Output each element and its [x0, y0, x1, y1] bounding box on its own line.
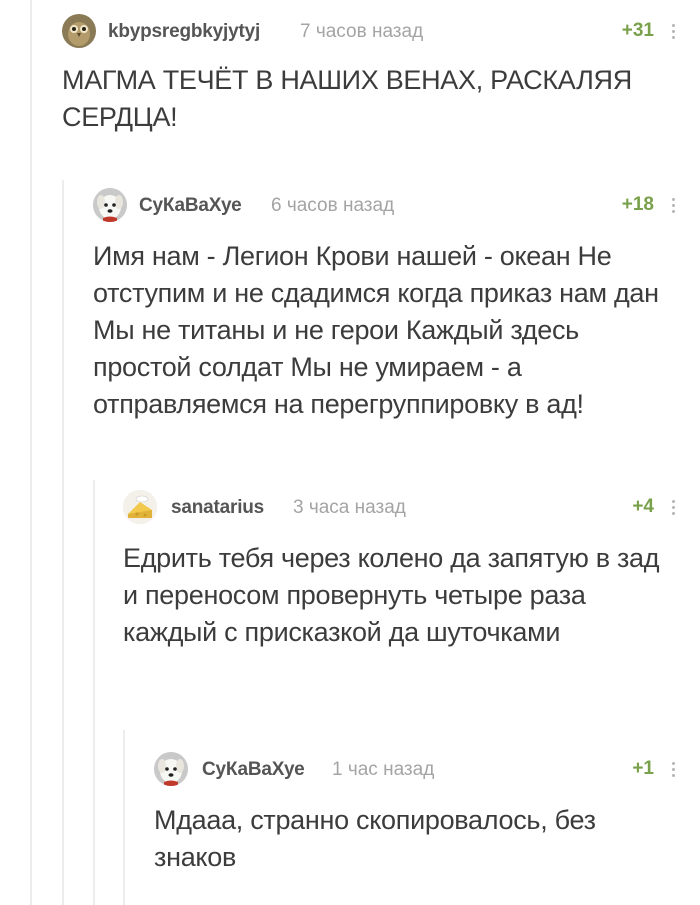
username[interactable]: kbypsregbkyjytyj [108, 21, 260, 43]
more-options-icon[interactable] [668, 759, 678, 781]
comment-3: sanatarius 3 часа назад +4 Едрить тебя ч… [123, 490, 682, 700]
rating: +1 [632, 758, 654, 779]
comment-2: СуКаВаХуе 6 часов назад +18 Имя нам - Ле… [93, 188, 682, 438]
thread-line-level-3[interactable] [93, 480, 95, 905]
rating: +18 [621, 194, 654, 215]
rating: +31 [621, 20, 654, 41]
comment-text: Имя нам - Легион Крови нашей - океан Не … [93, 241, 659, 419]
more-options-icon[interactable] [668, 497, 678, 519]
username[interactable]: sanatarius [171, 497, 264, 519]
dog-avatar[interactable] [154, 752, 188, 786]
thread-line-level-2[interactable] [62, 180, 64, 905]
thread-line-level-4[interactable] [123, 730, 125, 905]
dog-avatar[interactable] [93, 188, 127, 222]
timestamp[interactable]: 6 часов назад [271, 195, 394, 217]
timestamp[interactable]: 3 часа назад [293, 497, 406, 519]
thread-line-level-1[interactable] [30, 0, 32, 905]
comment-header: СуКаВаХуе 1 час назад +1 [154, 752, 682, 786]
more-options-icon[interactable] [668, 21, 678, 43]
comment-text: МАГМА ТЕЧЁТ В НАШИХ ВЕНАХ, РАСКАЛЯЯ СЕРД… [62, 65, 632, 132]
comment-1: kbypsregbkyjytyj 7 часов назад +31 МАГМА… [62, 14, 682, 144]
comment-text: Едрить тебя через колено да запятую в за… [123, 543, 660, 647]
more-options-icon[interactable] [668, 195, 678, 217]
comment-header: kbypsregbkyjytyj 7 часов назад +31 [62, 14, 682, 48]
owl-avatar[interactable] [62, 14, 96, 48]
comment-4: СуКаВаХуе 1 час назад +1 Мдааа, странно … [154, 752, 682, 892]
username[interactable]: СуКаВаХуе [139, 195, 242, 217]
comment-header: СуКаВаХуе 6 часов назад +18 [93, 188, 682, 222]
comment-text: Мдааа, странно скопировалось, без знаков [154, 805, 596, 872]
comment-header: sanatarius 3 часа назад +4 [123, 490, 682, 524]
timestamp[interactable]: 1 час назад [332, 759, 434, 781]
cheese-avatar[interactable] [123, 490, 157, 524]
rating: +4 [632, 496, 654, 517]
username[interactable]: СуКаВаХуе [202, 759, 305, 781]
timestamp[interactable]: 7 часов назад [300, 21, 423, 43]
